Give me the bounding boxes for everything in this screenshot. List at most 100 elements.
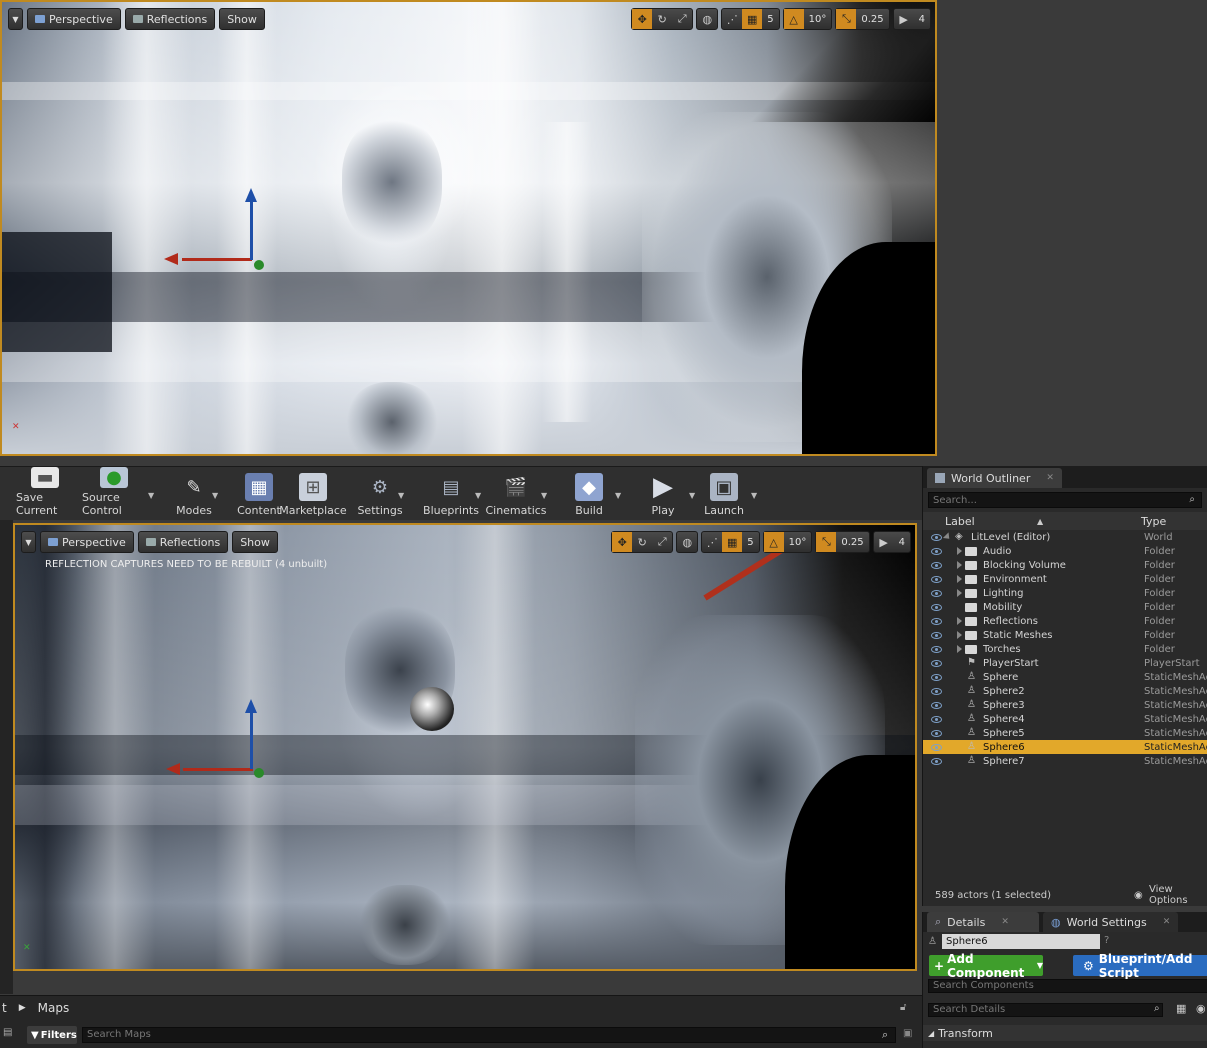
outliner-row[interactable]: Reflections Folder (923, 614, 1207, 628)
sources-toggle-icon[interactable]: ▤ (3, 1027, 12, 1038)
tab-world-outliner[interactable]: World Outliner ✕ (927, 468, 1062, 488)
blueprints-dropdown[interactable]: ▼ (475, 491, 481, 500)
marketplace-button[interactable]: ⊞ Marketplace (279, 471, 347, 517)
outliner-row[interactable]: ♙ Sphere4 StaticMeshActor (923, 712, 1207, 726)
expand-arrow-icon[interactable] (957, 561, 962, 569)
expand-arrow-icon[interactable] (942, 532, 953, 542)
expand-arrow-icon[interactable] (957, 645, 962, 653)
source-control-dropdown[interactable]: ▼ (148, 491, 154, 500)
blueprint-add-script-button[interactable]: ⚙ Blueprint/Add Script (1073, 952, 1207, 980)
outliner-search-input[interactable]: Search... ⌕ (928, 492, 1202, 508)
settings-button[interactable]: ⚙ Settings (357, 471, 402, 518)
tab-details[interactable]: ⌕ Details ✕ (927, 912, 1039, 932)
tab-world-settings[interactable]: ◍ World Settings ✕ (1043, 912, 1179, 932)
visibility-eye-icon[interactable] (931, 575, 942, 583)
surface-snap-icon[interactable]: ⋰ (702, 532, 722, 552)
surface-snap-icon[interactable]: ⋰ (722, 9, 742, 29)
transform-category[interactable]: ◢ Transform (923, 1025, 1207, 1041)
close-icon[interactable]: ✕ (1046, 473, 1054, 483)
rotate-icon[interactable]: ↻ (652, 9, 672, 29)
outliner-row[interactable]: Lighting Folder (923, 586, 1207, 600)
play-dropdown[interactable]: ▼ (689, 491, 695, 500)
visibility-eye-icon[interactable] (931, 533, 942, 541)
perspective-button[interactable]: Perspective (40, 531, 134, 553)
label-column-header[interactable]: Label (945, 515, 975, 528)
outliner-row[interactable]: Static Meshes Folder (923, 628, 1207, 642)
view-mode-button[interactable]: Reflections (137, 531, 229, 553)
gizmo-z-axis[interactable] (250, 200, 253, 260)
search-details-input[interactable]: Search Details (928, 1003, 1163, 1017)
build-dropdown[interactable]: ▼ (615, 491, 621, 500)
gizmo-x-axis[interactable] (183, 768, 253, 771)
search-components-input[interactable]: Search Components (928, 979, 1207, 993)
expand-arrow-icon[interactable] (957, 547, 962, 555)
scale-snap-value[interactable]: 0.25 (856, 9, 888, 29)
rotation-snap-icon[interactable]: △ (783, 9, 804, 29)
grid-snap-value[interactable]: 5 (762, 9, 778, 29)
visibility-eye-icon[interactable] (931, 547, 942, 555)
gizmo-x-arrow[interactable] (166, 763, 180, 775)
outliner-row[interactable]: ♙ Sphere3 StaticMeshActor (923, 698, 1207, 712)
world-space-icon[interactable]: ◍ (697, 9, 717, 29)
modes-button[interactable]: ✎ Modes (176, 471, 212, 518)
expand-arrow-icon[interactable] (957, 631, 962, 639)
outliner-row[interactable]: ⚑ PlayerStart PlayerStart (923, 656, 1207, 670)
content-button[interactable]: ▦ Content (237, 471, 281, 517)
gizmo-z-arrow[interactable] (245, 188, 257, 202)
gizmo-y-handle[interactable] (254, 260, 264, 270)
eye-icon[interactable]: ◉ (1196, 1002, 1206, 1015)
scale-icon[interactable]: ⤢ (672, 9, 692, 29)
visibility-eye-icon[interactable] (931, 631, 942, 639)
play-button[interactable]: ▶ Play (648, 471, 678, 517)
scale-snap-value[interactable]: 0.25 (836, 532, 868, 552)
view-options-button[interactable]: View Options (1149, 884, 1207, 906)
main-viewport[interactable]: ✕ REFLECTION CAPTURES NEED TO BE REBUILT… (13, 523, 917, 971)
visibility-eye-icon[interactable] (931, 603, 942, 611)
visibility-eye-icon[interactable] (931, 617, 942, 625)
outliner-row[interactable]: ♙ Sphere6 StaticMeshActor (923, 740, 1207, 754)
expand-arrow-icon[interactable] (957, 617, 962, 625)
show-button[interactable]: Show (219, 8, 265, 30)
rotation-snap-icon[interactable]: △ (763, 532, 784, 552)
visibility-eye-icon[interactable] (931, 743, 942, 751)
grid-snap-icon[interactable]: ▦ (742, 9, 763, 29)
cinematics-dropdown[interactable]: ▼ (541, 491, 547, 500)
outliner-row[interactable]: Environment Folder (923, 572, 1207, 586)
outliner-row[interactable]: Mobility Folder (923, 600, 1207, 614)
outliner-row[interactable]: ♙ Sphere StaticMeshActor (923, 670, 1207, 684)
viewport-options-dropdown[interactable]: ▼ (21, 531, 36, 553)
rotation-snap-value[interactable]: 10° (804, 9, 832, 29)
modes-dropdown[interactable]: ▼ (212, 491, 218, 500)
view-mode-button[interactable]: Reflections (124, 8, 216, 30)
actor-name-field[interactable]: Sphere6 (942, 934, 1100, 949)
gizmo-y-handle[interactable] (254, 768, 264, 778)
outliner-row[interactable]: ♙ Sphere2 StaticMeshActor (923, 684, 1207, 698)
visibility-eye-icon[interactable] (931, 589, 942, 597)
visibility-eye-icon[interactable] (931, 715, 942, 723)
build-button[interactable]: ◆ Build (574, 471, 604, 517)
save-search-icon[interactable]: ▣ (903, 1028, 912, 1039)
launch-button[interactable]: ▣ Launch (704, 471, 744, 517)
launch-dropdown[interactable]: ▼ (751, 491, 757, 500)
visibility-eye-icon[interactable] (931, 757, 942, 765)
gizmo-x-axis[interactable] (182, 258, 252, 261)
grid-snap-value[interactable]: 5 (742, 532, 758, 552)
visibility-eye-icon[interactable] (931, 729, 942, 737)
visibility-eye-icon[interactable] (931, 687, 942, 695)
camera-speed-value[interactable]: 4 (894, 532, 910, 552)
scale-icon[interactable]: ⤢ (652, 532, 672, 552)
grid-view-icon[interactable]: ▦ (1176, 1002, 1186, 1015)
visibility-eye-icon[interactable] (931, 561, 942, 569)
breadcrumb-prev[interactable]: t (2, 1001, 7, 1015)
rotation-snap-value[interactable]: 10° (784, 532, 812, 552)
type-column-header[interactable]: Type (1141, 515, 1166, 528)
outliner-row[interactable]: Torches Folder (923, 642, 1207, 656)
camera-speed-icon[interactable]: ▶ (894, 9, 914, 29)
close-icon[interactable]: ✕ (1001, 917, 1009, 927)
gizmo-z-arrow[interactable] (245, 699, 257, 713)
scale-snap-icon[interactable]: ⤡ (816, 532, 837, 552)
filters-button[interactable]: ▼ Filters (27, 1026, 77, 1044)
translate-icon[interactable]: ✥ (612, 532, 633, 552)
help-icon[interactable]: ? (1104, 935, 1109, 946)
grid-snap-icon[interactable]: ▦ (722, 532, 743, 552)
